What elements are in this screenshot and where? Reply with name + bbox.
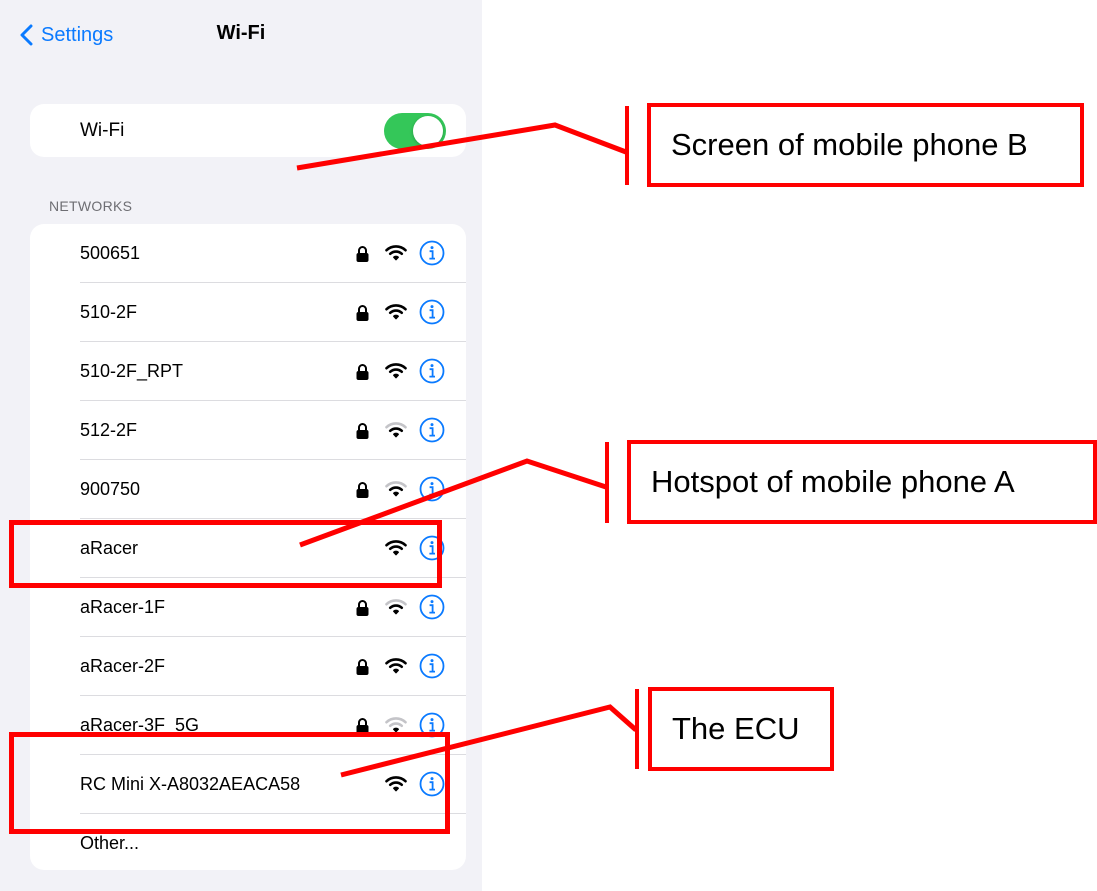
network-row[interactable]: 510-2F [30,283,466,342]
lock-icon [356,305,369,321]
wifi-toggle-card: Wi-Fi [30,104,466,157]
network-name: aRacer-2F [80,656,166,676]
lock-icon [356,600,369,616]
back-button-label: Settings [41,23,114,46]
info-icon[interactable] [419,594,445,620]
annotation-ecu: The ECU [648,687,834,771]
info-icon[interactable] [419,240,445,266]
annotation-hotspot-a: Hotspot of mobile phone A [627,440,1097,524]
wifi-signal-icon [385,658,407,674]
network-name: Other... [80,833,140,853]
network-name: 500651 [80,243,141,263]
annotation-bar-ecu [635,689,639,769]
lock-icon [356,482,369,498]
highlight-box-rc-mini [9,732,450,834]
back-button[interactable]: Settings [20,20,113,50]
lock-icon [356,364,369,380]
toggle-knob [413,116,443,146]
wifi-signal-icon [385,245,407,261]
annotation-screen-b: Screen of mobile phone B [647,103,1084,187]
info-icon[interactable] [419,299,445,325]
network-name: 900750 [80,479,141,499]
network-row[interactable]: aRacer-2F [30,637,466,696]
network-row[interactable]: 510-2F_RPT [30,342,466,401]
highlight-box-aracer [9,520,442,588]
wifi-signal-icon [385,599,407,615]
network-name: 510-2F [80,302,138,322]
chevron-left-icon [20,24,33,46]
annotation-bar-hotspot-a [605,442,609,523]
wifi-signal-icon [385,717,407,733]
annotation-bar-screen-b [625,106,629,185]
network-name: 512-2F [80,420,138,440]
network-name: 510-2F_RPT [80,361,184,381]
lock-icon [356,246,369,262]
networks-section-header: NETWORKS [49,198,133,214]
info-icon[interactable] [419,653,445,679]
wifi-signal-icon [385,481,407,497]
wifi-signal-icon [385,304,407,320]
network-name: aRacer-1F [80,597,166,617]
info-icon[interactable] [419,476,445,502]
info-icon[interactable] [419,358,445,384]
network-row[interactable]: 500651 [30,224,466,283]
nav-bar: Settings Wi-Fi [0,0,482,70]
wifi-toggle-switch[interactable] [384,113,446,149]
lock-icon [356,423,369,439]
info-icon[interactable] [419,417,445,443]
wifi-toggle-label: Wi-Fi [80,120,125,141]
wifi-signal-icon [385,363,407,379]
network-row[interactable]: 512-2F [30,401,466,460]
lock-icon [356,659,369,675]
wifi-signal-icon [385,422,407,438]
network-row[interactable]: 900750 [30,460,466,519]
